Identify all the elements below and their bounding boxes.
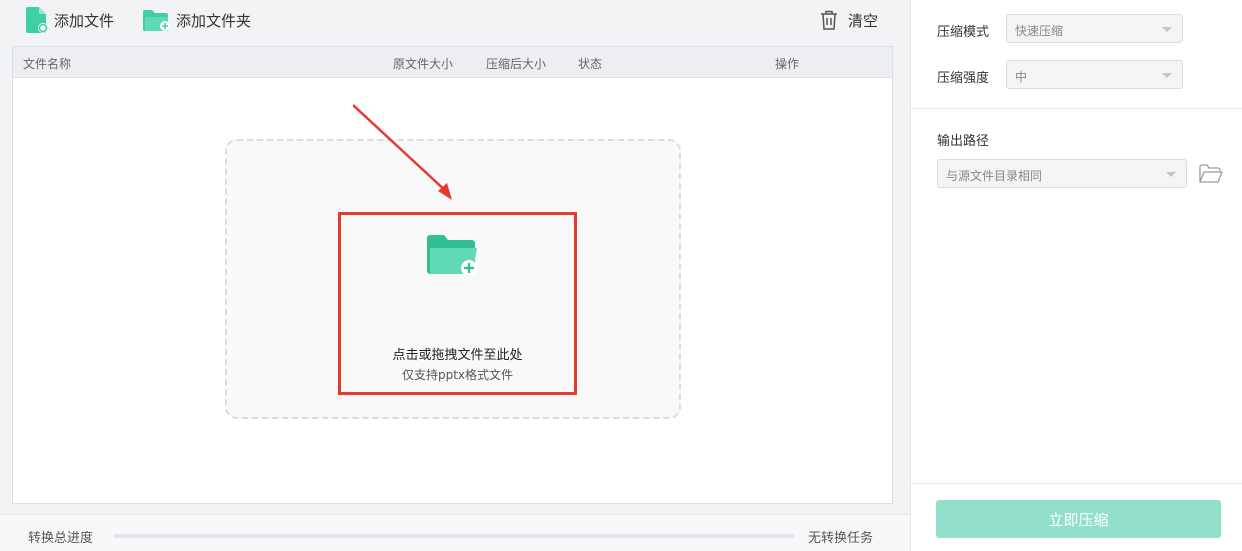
- chevron-down-icon: [1162, 73, 1172, 78]
- add-file-label: 添加文件: [54, 11, 115, 30]
- divider: [911, 108, 1242, 109]
- output-path-value: 与源文件目录相同: [946, 169, 1043, 183]
- compress-strength-label: 压缩强度: [937, 71, 990, 86]
- divider: [911, 483, 1242, 484]
- clear-button[interactable]: 清空: [820, 6, 878, 34]
- folder-add-icon: [143, 9, 170, 31]
- compress-strength-select[interactable]: 中: [1006, 60, 1183, 89]
- annotation-arrow: [353, 104, 452, 200]
- main-area: 添加文件 添加文件夹 清空 文件名称 原文件大小 压缩后大小 状态 操作 点击或…: [0, 0, 910, 551]
- file-add-icon: [26, 7, 48, 33]
- add-file-button[interactable]: 添加文件: [26, 6, 114, 34]
- clear-label: 清空: [848, 11, 879, 30]
- table-header: 文件名称 原文件大小 压缩后大小 状态 操作: [13, 47, 892, 78]
- column-actions: 操作: [775, 57, 800, 71]
- status-bar: 转换总进度 无转换任务: [0, 514, 910, 551]
- column-compressed-size: 压缩后大小: [486, 57, 547, 71]
- column-file-name: 文件名称: [23, 57, 72, 71]
- column-status: 状态: [578, 57, 603, 71]
- trash-icon: [820, 10, 838, 30]
- compress-mode-value: 快速压缩: [1015, 24, 1064, 38]
- folder-open-icon[interactable]: [1199, 164, 1223, 188]
- add-folder-label: 添加文件夹: [176, 11, 252, 30]
- compress-mode-label: 压缩模式: [937, 25, 990, 40]
- compress-now-button[interactable]: 立即压缩: [936, 500, 1221, 538]
- drop-zone-subtitle: 仅支持pptx格式文件: [401, 368, 514, 382]
- add-folder-button[interactable]: 添加文件夹: [143, 6, 251, 34]
- output-path-label: 输出路径: [937, 134, 990, 149]
- settings-panel: 压缩模式 快速压缩 压缩强度 中 输出路径 与源文件目录相同 立即压缩: [910, 0, 1242, 551]
- progress-label: 转换总进度: [28, 531, 94, 546]
- column-original-size: 原文件大小: [393, 57, 454, 71]
- compress-mode-select[interactable]: 快速压缩: [1006, 14, 1183, 43]
- chevron-down-icon: [1162, 27, 1172, 32]
- file-list-panel[interactable]: 文件名称 原文件大小 压缩后大小 状态 操作 点击或拖拽文件至此处 仅支持ppt…: [12, 46, 893, 504]
- task-status: 无转换任务: [808, 531, 874, 546]
- folder-add-icon[interactable]: [427, 234, 479, 282]
- toolbar: 添加文件 添加文件夹 清空: [0, 0, 910, 42]
- chevron-down-icon: [1166, 172, 1176, 177]
- progress-bar: [113, 534, 794, 538]
- output-path-select[interactable]: 与源文件目录相同: [937, 159, 1187, 188]
- compress-strength-value: 中: [1015, 70, 1028, 84]
- drop-zone-title: 点击或拖拽文件至此处: [392, 348, 523, 363]
